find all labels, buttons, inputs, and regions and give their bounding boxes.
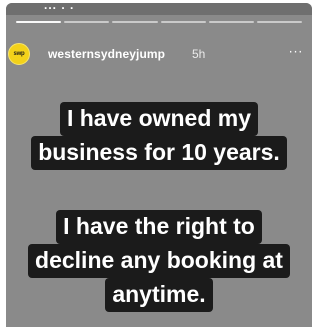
caption-line: I have the right to <box>56 210 262 244</box>
status-bar: ... . . <box>6 3 312 15</box>
screenshot-frame: ... . . swp westernsydneyjump 5h ··· I h… <box>0 0 317 327</box>
progress-segment <box>256 21 303 23</box>
caption-block-ownership: I have owned my business for 10 years. <box>6 102 312 170</box>
caption-line: decline any booking at <box>28 244 290 278</box>
progress-segment <box>208 21 254 23</box>
story-header: swp westernsydneyjump 5h ··· <box>8 43 304 65</box>
status-time: ... . . <box>44 3 75 12</box>
story-progress-bar <box>16 21 303 23</box>
username-link[interactable]: westernsydneyjump <box>48 47 165 61</box>
caption-block-right: I have the right to decline any booking … <box>6 210 312 312</box>
more-horizontal-icon[interactable]: ··· <box>286 43 306 63</box>
progress-segment <box>160 21 206 23</box>
caption-line: business for 10 years. <box>31 136 287 170</box>
caption-line: anytime. <box>105 278 213 312</box>
caption-line: I have owned my <box>59 102 259 136</box>
progress-segment <box>64 21 110 23</box>
progress-segment <box>112 21 158 23</box>
post-timestamp: 5h <box>192 47 206 61</box>
story-viewer[interactable]: ... . . swp westernsydneyjump 5h ··· I h… <box>6 3 312 327</box>
progress-segment <box>16 21 62 23</box>
avatar[interactable]: swp <box>8 43 30 65</box>
avatar-logo-text: swp <box>13 51 25 57</box>
